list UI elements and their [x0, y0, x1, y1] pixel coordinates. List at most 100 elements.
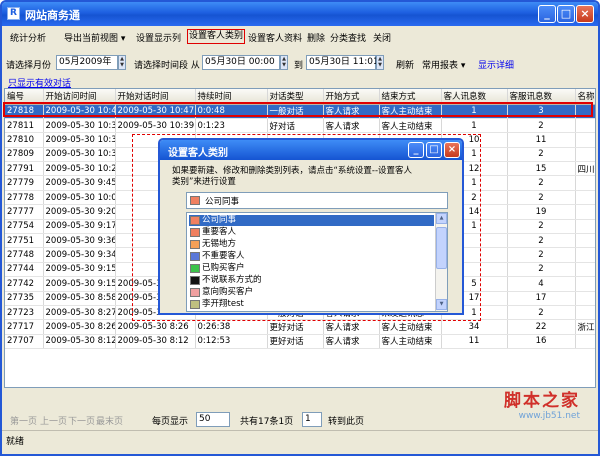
per-page-input[interactable]: 50 [196, 412, 230, 427]
show-detail-link[interactable]: 显示详细 [478, 58, 514, 71]
table-cell: 2009-05-30 10:39 [43, 132, 116, 148]
dialog-maximize-button[interactable]: □ [426, 142, 442, 158]
table-cell: 好对话 [267, 118, 324, 134]
scroll-down-arrow-icon[interactable]: ▼ [436, 299, 447, 310]
goto-page-button[interactable]: 转到此页 [328, 414, 364, 427]
highlight-row-outline [3, 102, 593, 117]
category-list-item[interactable]: 已购买客户 [189, 263, 434, 274]
category-list-item[interactable]: 不重要客人 [189, 251, 434, 262]
table-cell: 2009-05-30 8:58 [43, 291, 116, 306]
category-color-swatch [190, 196, 200, 205]
table-cell: 0:26:38 [195, 319, 268, 335]
table-cell: 27810 [5, 132, 44, 148]
table-cell: 2 [507, 233, 576, 249]
dialog-minimize-button[interactable]: _ [408, 142, 424, 158]
table-cell [575, 276, 595, 292]
scroll-thumb[interactable] [436, 227, 447, 269]
export-view-menu[interactable]: 导出当前视图 ▾ [64, 31, 125, 44]
last-page-button[interactable]: 最末页 [96, 414, 123, 427]
table-cell [575, 147, 595, 163]
page-summary: 共有17条1页 [240, 417, 294, 427]
table-cell: 四川省 [575, 161, 595, 177]
table-row[interactable]: 27707 2009-05-30 8:12 2009-05-30 8:12 0:12:… [5, 334, 595, 350]
table-row[interactable]: 27811 2009-05-30 10:39 2009-05-30 10:39 0:1… [5, 118, 595, 134]
table-cell: 2009-05-30 8:12 [43, 334, 116, 350]
table-cell: 4 [507, 276, 576, 292]
watermark-url: www.jb51.net [518, 411, 580, 421]
category-color-swatch [190, 264, 200, 273]
minimize-button[interactable]: _ [538, 5, 556, 23]
dialog-description: 如果要新建、修改和删除类别列表，请点击“系统设置--设置客人 类别”来进行设置 [172, 166, 458, 188]
filter-bar: 请选择月份 05月2009年 ▲ ▼ 请选择时间段 从 05月30日 00:00 … [4, 50, 596, 89]
table-cell: 27754 [5, 219, 44, 235]
title-bar[interactable]: R 网站商务通 _ □ × [2, 2, 598, 26]
watermark: 脚本之家 www.jb51.net [504, 386, 580, 421]
table-cell: 27748 [5, 247, 44, 263]
table-cell [575, 190, 595, 206]
table-cell: 27735 [5, 291, 44, 306]
to-time-spinner[interactable]: ▲ ▼ [376, 55, 384, 70]
set-guest-category-button[interactable]: 设置客人类别 [187, 29, 246, 44]
table-cell: 客人主动结束 [379, 118, 442, 134]
category-label: 意向购买客户 [202, 287, 254, 297]
table-row[interactable]: 27717 2009-05-30 8:26 2009-05-30 8:26 0:26:… [5, 319, 595, 335]
category-combo[interactable]: 公司同事 [186, 192, 448, 209]
category-list-item[interactable]: 重要客人 [189, 227, 434, 238]
next-page-button[interactable]: 下一页 [68, 414, 95, 427]
category-color-swatch [190, 228, 200, 237]
table-cell: 2 [507, 190, 576, 206]
table-cell: 27744 [5, 262, 44, 278]
table-cell: 27777 [5, 204, 44, 220]
table-cell: 27779 [5, 175, 44, 191]
main-window: R 网站商务通 _ □ × 统计分析 导出当前视图 ▾ 设置显示列 设置客人类别… [0, 0, 600, 456]
reports-menu[interactable]: 常用报表 ▾ [422, 58, 465, 71]
first-page-button[interactable]: 第一页 [10, 414, 37, 427]
table-cell: 0:1:23 [195, 118, 268, 134]
scroll-up-arrow-icon[interactable]: ▲ [436, 213, 447, 224]
close-button[interactable]: × [576, 5, 594, 23]
category-list-item[interactable]: 公司同事 [189, 215, 434, 226]
to-time-input[interactable]: 05月30日 11:01 [306, 55, 379, 70]
page-input[interactable]: 1 [302, 412, 322, 427]
table-cell [575, 219, 595, 235]
table-cell: 1 [441, 118, 508, 134]
dialog-description-line-1: 如果要新建、修改和删除类别列表，请点击“系统设置--设置客人 [172, 166, 413, 176]
table-cell: 2009-05-30 9:17 [43, 219, 116, 235]
category-list-item[interactable]: 李开翔test [189, 299, 434, 310]
from-time-spinner[interactable]: ▲ ▼ [280, 55, 288, 70]
table-cell [575, 204, 595, 220]
category-list[interactable]: 公司同事 重要客人 无锡地方 不重要客人 已购买客户 不说联系方式的 意向购买客户李开翔te… [186, 212, 448, 312]
table-cell [575, 262, 595, 278]
table-cell: 客人请求 [323, 118, 380, 134]
stats-button[interactable]: 统计分析 [10, 31, 46, 44]
prev-page-button[interactable]: 上一页 [40, 414, 67, 427]
category-list-scrollbar[interactable]: ▲ ▼ [435, 213, 447, 311]
table-cell [575, 175, 595, 191]
dialog-title-bar[interactable]: 设置客人类别 _ □ × [160, 140, 462, 160]
table-cell: 2009-05-30 10:39 [43, 118, 116, 134]
category-list-item[interactable]: 意向购买客户 [189, 287, 434, 298]
toolbar: 统计分析 导出当前视图 ▾ 设置显示列 设置客人类别 设置客人资料 删除 分类查… [4, 28, 596, 46]
from-time-input[interactable]: 05月30日 00:00 [202, 55, 280, 70]
category-list-item[interactable]: 无锡地方 [189, 239, 434, 250]
category-combo-value: 公司同事 [205, 197, 240, 207]
set-columns-button[interactable]: 设置显示列 [136, 31, 181, 44]
table-cell: 2009-05-30 10:25 [43, 161, 116, 177]
table-cell: 2 [507, 219, 576, 235]
delete-button[interactable]: 删除 [307, 31, 325, 44]
category-list-item[interactable]: 不说联系方式的 [189, 275, 434, 286]
month-select[interactable]: 05月2009年 [56, 55, 118, 70]
table-cell [575, 291, 595, 306]
table-cell: 15 [507, 161, 576, 177]
close-view-button[interactable]: 关闭 [373, 31, 391, 44]
table-cell: 17 [507, 291, 576, 306]
category-search-button[interactable]: 分类查找 [330, 31, 366, 44]
month-spinner[interactable]: ▲ ▼ [118, 55, 126, 70]
refresh-button[interactable]: 刷新 [396, 58, 414, 71]
table-cell: 2009-05-30 8:27 [43, 305, 116, 321]
maximize-button[interactable]: □ [557, 5, 575, 23]
dialog-close-button[interactable]: × [444, 142, 460, 158]
set-guest-info-button[interactable]: 设置客人资料 [248, 31, 302, 44]
table-cell: 22 [507, 319, 576, 335]
category-color-swatch [190, 216, 200, 225]
